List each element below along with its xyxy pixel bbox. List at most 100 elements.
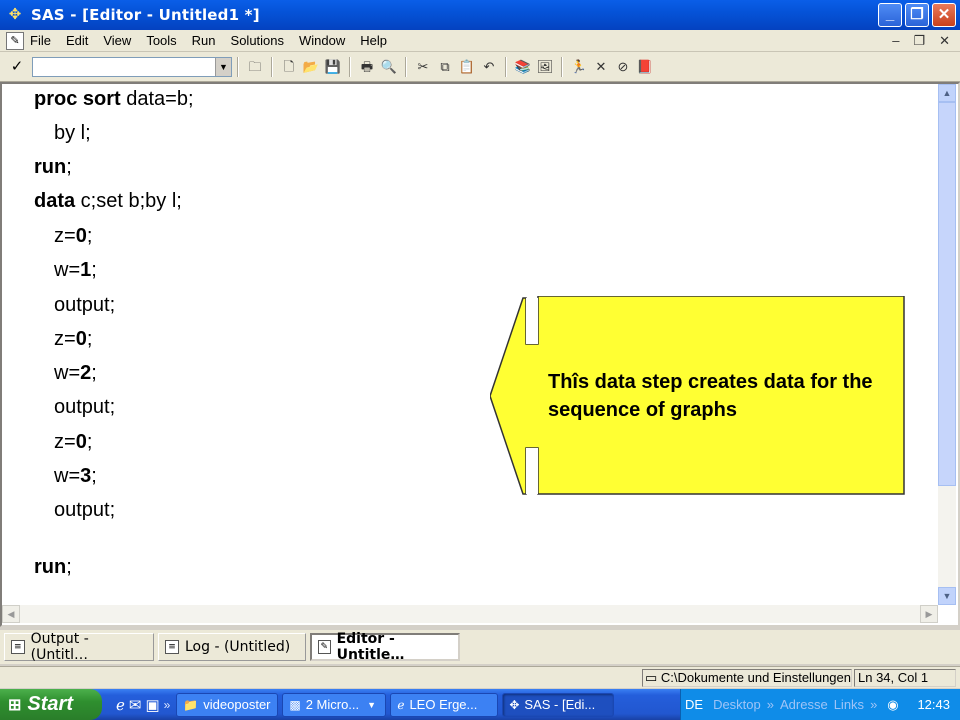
ie-icon[interactable]: ℯ — [116, 696, 125, 714]
checkmark-icon[interactable]: ✓ — [6, 56, 28, 78]
quick-launch-chevron-icon[interactable]: » — [164, 698, 171, 712]
minimize-button[interactable]: _ — [878, 3, 902, 27]
tab-editor[interactable]: ✎ Editor - Untitle… — [310, 631, 460, 663]
code-line[interactable]: w=3; — [54, 465, 97, 488]
code-text: by l; — [54, 122, 91, 144]
code-line[interactable]: output; — [54, 499, 115, 522]
menu-file[interactable]: File — [30, 33, 51, 48]
menu-run[interactable]: Run — [192, 33, 216, 48]
code-number: 2 — [80, 362, 92, 384]
desktop-icon[interactable]: ▣ — [145, 696, 159, 714]
scroll-right-arrow[interactable]: ▶ — [920, 605, 938, 623]
code-text: ; — [91, 259, 97, 281]
code-keyword: run — [34, 556, 67, 578]
break-icon[interactable]: ⊘ — [612, 56, 634, 78]
scroll-thumb[interactable] — [938, 102, 956, 486]
open-folder-icon[interactable]: 📂 — [300, 56, 322, 78]
print-icon[interactable]: 🖶 — [356, 56, 378, 78]
task-videoposter[interactable]: 📁 videoposter — [176, 692, 279, 717]
code-line[interactable]: proc sort data=b; — [34, 88, 194, 111]
code-keyword: run — [34, 156, 67, 178]
chevron-down-icon[interactable]: ▼ — [215, 57, 231, 76]
code-line[interactable]: z=0; — [54, 328, 92, 351]
toolbar-separator — [349, 56, 351, 77]
print-preview-icon[interactable]: 🔍 — [378, 56, 400, 78]
document-icon[interactable]: ✎ — [6, 31, 24, 50]
links-toolbar[interactable]: Links — [834, 697, 864, 712]
code-line[interactable]: data c;set b;by l; — [34, 190, 182, 213]
code-number: 3 — [80, 465, 92, 487]
menu-edit[interactable]: Edit — [66, 33, 88, 48]
code-line[interactable]: run; — [34, 156, 72, 179]
undo-icon[interactable]: ↶ — [478, 56, 500, 78]
code-line[interactable]: w=1; — [54, 259, 97, 282]
maximize-button[interactable]: ❐ — [905, 3, 929, 27]
paste-icon[interactable]: 📋 — [456, 56, 478, 78]
menu-window[interactable]: Window — [299, 33, 345, 48]
results-icon[interactable]: 🖼 — [534, 56, 556, 78]
toolbar: ✓ ▼ 🗀 🗋 📂 💾 🖶 🔍 ✂ ⧉ 📋 ↶ 📚 🖼 🏃 ✕ ⊘ 📕 — [0, 52, 960, 82]
task-microsoft[interactable]: ▩ 2 Micro... ▼ — [282, 692, 387, 717]
toolbar-separator — [405, 56, 407, 77]
code-line[interactable]: z=0; — [54, 225, 92, 248]
code-text: ; — [66, 556, 72, 578]
code-line[interactable]: output; — [54, 294, 115, 317]
tab-output[interactable]: ≡ Output - (Untitl… — [4, 631, 154, 663]
code-text: z= — [54, 225, 76, 247]
command-box[interactable]: ▼ — [32, 56, 232, 77]
toolbar-separator — [505, 56, 507, 77]
language-indicator[interactable]: DE — [685, 697, 703, 712]
code-text: z= — [54, 431, 76, 453]
clear-icon[interactable]: ✕ — [590, 56, 612, 78]
tab-editor-label: Editor - Untitle… — [336, 631, 405, 663]
code-text: w= — [54, 259, 81, 281]
scroll-down-arrow[interactable]: ▼ — [938, 587, 956, 605]
tab-log-label: Log - (Untitled) — [185, 639, 291, 655]
tab-output-label: Output - (Untitl… — [30, 631, 89, 663]
run-icon[interactable]: 🏃 — [568, 56, 590, 78]
scroll-up-arrow[interactable]: ▲ — [938, 84, 956, 102]
new-document-icon[interactable]: 🗋 — [278, 56, 300, 78]
window-controls: _ ❐ ✕ — [878, 3, 956, 27]
toolbar-chevron-icon[interactable]: » — [767, 697, 774, 712]
vertical-scrollbar[interactable]: ▲ ▼ — [938, 84, 956, 605]
tray-app-icon[interactable]: ◉ — [887, 697, 898, 713]
mdi-minimize-button[interactable]: – — [892, 33, 899, 49]
menu-solutions[interactable]: Solutions — [231, 33, 284, 48]
copy-icon[interactable]: ⧉ — [434, 56, 456, 78]
task-sas[interactable]: ✥ SAS - [Edi... — [502, 692, 615, 717]
code-text: ; — [86, 225, 93, 247]
code-line[interactable]: output; — [54, 396, 115, 419]
horizontal-scrollbar[interactable]: ◀ ▶ — [2, 605, 938, 623]
code-text: w= — [54, 465, 81, 487]
quick-launch: ℯ ✉ ▣ — [116, 696, 160, 714]
mdi-restore-button[interactable]: ❐ — [913, 33, 925, 49]
outlook-icon[interactable]: ✉ — [129, 696, 142, 714]
status-bar: ▭ C:\Dokumente und Einstellungen\ Ln 34,… — [0, 666, 960, 688]
desktop-toolbar[interactable]: Desktop — [713, 697, 761, 712]
cut-icon[interactable]: ✂ — [412, 56, 434, 78]
code-line[interactable]: by l; — [54, 122, 91, 145]
code-line[interactable]: z=0; — [54, 431, 92, 454]
address-toolbar[interactable]: Adresse — [780, 697, 828, 712]
explorer-icon[interactable]: 🗀 — [244, 56, 266, 78]
scroll-left-arrow[interactable]: ◀ — [2, 605, 20, 623]
task-leo[interactable]: ℯ LEO Erge... — [390, 692, 499, 717]
save-icon[interactable]: 💾 — [322, 56, 344, 78]
help-book-icon[interactable]: 📕 — [634, 56, 656, 78]
code-line[interactable]: w=2; — [54, 362, 97, 385]
mdi-controls: – ❐ ✕ — [892, 33, 950, 49]
code-line[interactable]: run; — [34, 556, 72, 579]
chevron-down-icon: ▼ — [367, 699, 377, 710]
mdi-close-button[interactable]: ✕ — [939, 33, 950, 49]
menu-view[interactable]: View — [103, 33, 131, 48]
tab-log[interactable]: ≡ Log - (Untitled) — [158, 633, 306, 661]
libraries-icon[interactable]: 📚 — [512, 56, 534, 78]
links-chevron-icon[interactable]: » — [870, 697, 877, 712]
code-text: ; — [91, 362, 97, 384]
menu-help[interactable]: Help — [360, 33, 387, 48]
start-button[interactable]: ⊞ Start — [0, 689, 102, 720]
code-text: ; — [91, 465, 97, 487]
close-button[interactable]: ✕ — [932, 3, 956, 27]
menu-tools[interactable]: Tools — [146, 33, 176, 48]
